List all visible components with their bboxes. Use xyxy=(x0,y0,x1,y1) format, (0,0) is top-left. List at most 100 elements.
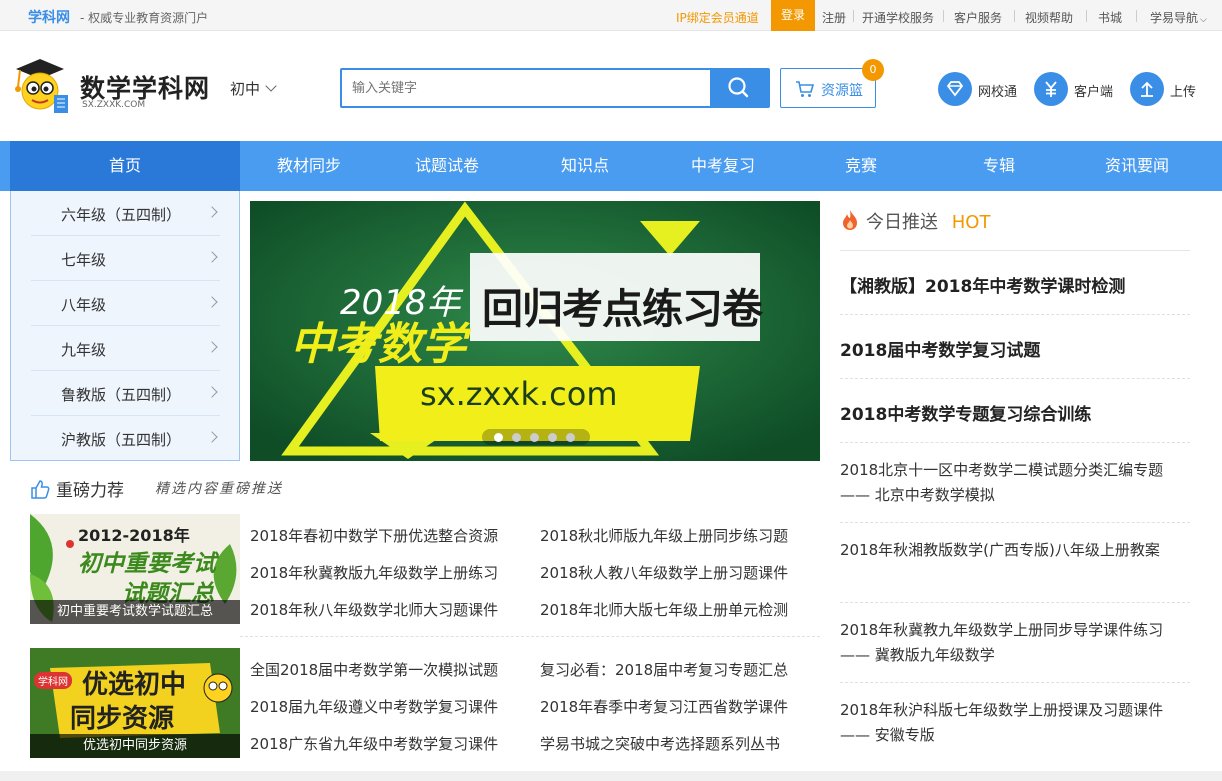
site-brand-link[interactable]: 学科网 xyxy=(28,7,70,27)
video-help-link[interactable]: 视频帮助 xyxy=(1025,9,1073,26)
site-slogan: - 权威专业教育资源门户 xyxy=(80,11,209,25)
hot-article-title: 2018年秋沪科版七年级数学上册授课及习题课件 xyxy=(840,701,1164,719)
search-icon xyxy=(728,77,749,98)
hot-headline-link[interactable]: 【湘教版】2018年中考数学课时检测 xyxy=(840,272,1125,297)
grade-selector[interactable]: 初中 xyxy=(230,78,277,99)
hot-article-link[interactable]: 2018年秋冀教九年级数学上册同步导学课件练习 —— 冀教版九年级数学 xyxy=(840,618,1163,668)
side-menu-item[interactable]: 八年级 xyxy=(31,281,220,326)
recommend-image-exams[interactable]: 2012-2018年 初中重要考试 试题汇总 初中重要考试数学试题汇总 xyxy=(30,514,240,624)
login-button[interactable]: 登录 xyxy=(771,0,815,31)
recommend-image-caption: 初中重要考试数学试题汇总 xyxy=(30,600,240,624)
nav-news[interactable]: 资讯要闻 xyxy=(1068,141,1206,191)
recommend-title: 重磅力荐 xyxy=(56,481,124,501)
nav-exam-review[interactable]: 中考复习 xyxy=(654,141,792,191)
ip-member-link[interactable]: IP绑定会员通道 xyxy=(676,9,759,26)
nav-home[interactable]: 首页 xyxy=(10,141,240,191)
carousel-dot-active[interactable] xyxy=(494,433,503,442)
school-service-link[interactable]: 开通学校服务 xyxy=(862,9,934,26)
hot-article-title: 2018年秋冀教九年级数学上册同步导学课件练习 xyxy=(840,621,1164,639)
chevron-right-icon xyxy=(206,431,218,443)
logo-mascot-icon[interactable] xyxy=(10,55,70,117)
hot-headline-link[interactable]: 2018中考数学专题复习综合训练 xyxy=(840,400,1091,425)
nav-competition[interactable]: 竞赛 xyxy=(792,141,930,191)
recommend-link[interactable]: 2018年春季中考复习江西省数学课件 xyxy=(540,696,788,717)
upload-button[interactable] xyxy=(1130,72,1164,106)
divider xyxy=(840,682,1190,683)
grade-label: 初中 xyxy=(230,80,261,98)
yen-icon xyxy=(1045,81,1057,97)
customer-service-link[interactable]: 客户服务 xyxy=(954,9,1002,26)
recommend-image-sync[interactable]: 学科网 优选初中 同步资源 优选初中同步资源 xyxy=(30,648,240,758)
hot-article-link[interactable]: 2018年秋湘教版数学(广西专版)八年级上册教案 xyxy=(840,538,1160,563)
divider xyxy=(240,636,820,637)
recommend-link[interactable]: 2018秋人教八年级数学上册习题课件 xyxy=(540,562,788,583)
recommend-link[interactable]: 复习必看：2018届中考复习专题汇总 xyxy=(540,659,788,680)
nav-albums[interactable]: 专辑 xyxy=(930,141,1068,191)
recommend-link[interactable]: 全国2018届中考数学第一次模拟试题 xyxy=(250,659,498,680)
side-menu-item[interactable]: 六年级（五四制） xyxy=(31,191,220,236)
side-menu-item[interactable]: 九年级 xyxy=(31,326,220,371)
search-button[interactable] xyxy=(710,70,768,106)
search-input[interactable] xyxy=(342,70,712,106)
recommend-link[interactable]: 2018届九年级遵义中考数学复习课件 xyxy=(250,696,498,717)
recommend-link[interactable]: 2018广东省九年级中考数学复习课件 xyxy=(250,733,498,754)
hot-article-link[interactable]: 2018年秋沪科版七年级数学上册授课及习题课件 —— 安徽专版 xyxy=(840,698,1163,748)
basket-label: 资源篮 xyxy=(821,83,863,99)
side-menu-item[interactable]: 沪教版（五四制） xyxy=(31,416,220,461)
cart-icon xyxy=(796,81,815,97)
register-link[interactable]: 注册 xyxy=(822,9,846,26)
recommend-link[interactable]: 学易书城之突破中考选择题系列丛书 xyxy=(540,733,780,754)
recommend-link[interactable]: 2018年北师大版七年级上册单元检测 xyxy=(540,599,788,620)
chevron-down-icon xyxy=(265,80,277,92)
navigation-dropdown[interactable]: 学易导航 ⌵ xyxy=(1150,9,1207,26)
resource-basket-button[interactable]: 资源篮 xyxy=(780,68,876,108)
divider xyxy=(943,10,944,22)
school-link-button[interactable] xyxy=(938,72,972,106)
site-header: 数学学科网 SX.ZXXK.COM 初中 资源篮 0 网校通 客户端 xyxy=(0,31,1222,141)
recommend-image-caption: 优选初中同步资源 xyxy=(30,734,240,758)
banner-title-right: 回归考点练习卷 xyxy=(482,285,763,333)
recommend-link[interactable]: 2018秋北师版九年级上册同步练习题 xyxy=(540,525,788,546)
upload-icon xyxy=(1141,81,1153,97)
banner-url: sx.zxxk.com xyxy=(420,375,618,413)
school-link-label[interactable]: 网校通 xyxy=(978,81,1017,100)
upload-label[interactable]: 上传 xyxy=(1170,81,1196,100)
basket-count-badge: 0 xyxy=(862,59,884,81)
carousel-dot[interactable] xyxy=(530,433,539,442)
carousel-dot[interactable] xyxy=(566,433,575,442)
side-menu-label: 九年级 xyxy=(61,341,107,359)
fire-icon xyxy=(843,210,857,230)
navigation-label: 学易导航 xyxy=(1150,11,1199,25)
side-menu-item[interactable]: 鲁教版（五四制） xyxy=(31,371,220,416)
banner-carousel[interactable]: 2018年 中考数学 回归考点练习卷 sx.zxxk.com xyxy=(250,201,820,461)
carousel-dot[interactable] xyxy=(548,433,557,442)
recommend-image-line2: 初中重要考试 xyxy=(78,551,216,577)
divider xyxy=(840,314,1190,315)
bookstore-link[interactable]: 书城 xyxy=(1098,9,1122,26)
nav-exam-papers[interactable]: 试题试卷 xyxy=(378,141,516,191)
search-box xyxy=(340,68,770,108)
chevron-right-icon xyxy=(206,341,218,353)
logo-subtitle: SX.ZXXK.COM xyxy=(82,100,146,110)
nav-textbook-sync[interactable]: 教材同步 xyxy=(240,141,378,191)
recommend-link[interactable]: 2018年春初中数学下册优选整合资源 xyxy=(250,525,498,546)
recommend-link[interactable]: 2018年秋八年级数学北师大习题课件 xyxy=(250,599,498,620)
hot-headline-link[interactable]: 2018届中考数学复习试题 xyxy=(840,336,1040,361)
carousel-dot[interactable] xyxy=(512,433,521,442)
side-menu-label: 鲁教版（五四制） xyxy=(61,386,182,404)
hot-push-title: 今日推送 xyxy=(866,212,938,233)
hot-article-title: 2018北京十一区中考数学二模试题分类汇编专题 xyxy=(840,461,1164,479)
hot-push-header: 今日推送 HOT xyxy=(840,208,990,234)
nav-knowledge-points[interactable]: 知识点 xyxy=(516,141,654,191)
client-app-button[interactable] xyxy=(1034,72,1068,106)
main-nav: 首页 教材同步 试题试卷 知识点 中考复习 竞赛 专辑 资讯要闻 xyxy=(0,141,1222,191)
hot-article-subtitle: —— 安徽专版 xyxy=(840,726,935,744)
chevron-right-icon xyxy=(206,206,218,218)
recommend-image-line1: 2012-2018年 xyxy=(78,526,190,545)
client-app-label[interactable]: 客户端 xyxy=(1074,81,1113,100)
hot-article-link[interactable]: 2018北京十一区中考数学二模试题分类汇编专题 —— 北京中考数学模拟 xyxy=(840,458,1163,508)
side-menu-item[interactable]: 七年级 xyxy=(31,236,220,281)
recommend-link[interactable]: 2018年秋冀教版九年级数学上册练习 xyxy=(250,562,498,583)
side-menu-label: 八年级 xyxy=(61,296,107,314)
recommend-subtitle: 精选内容重磅推送 xyxy=(155,481,283,497)
